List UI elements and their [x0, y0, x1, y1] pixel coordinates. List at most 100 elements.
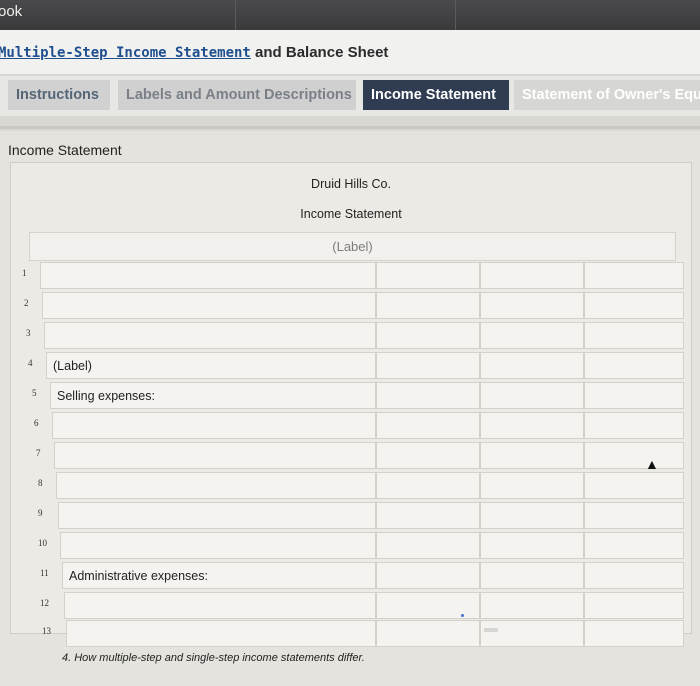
- tab-labels-and-amount-descriptions[interactable]: Labels and Amount Descriptions: [118, 80, 356, 110]
- table-row: 7: [10, 440, 684, 469]
- row-number: 6: [34, 418, 39, 428]
- description-cell[interactable]: [60, 532, 376, 559]
- description-cell[interactable]: (Label): [46, 352, 376, 379]
- tab-instructions[interactable]: Instructions: [8, 80, 110, 110]
- table-row: 10: [10, 530, 684, 559]
- statement-name: Income Statement: [300, 207, 402, 221]
- amount-cell[interactable]: [584, 532, 684, 559]
- scroll-handle[interactable]: [484, 628, 498, 632]
- amount-cell[interactable]: [480, 322, 584, 349]
- description-cell[interactable]: [58, 502, 376, 529]
- amount-cell[interactable]: [376, 472, 480, 499]
- row-number: 8: [38, 478, 43, 488]
- amount-cell[interactable]: [480, 382, 584, 409]
- amount-cell[interactable]: [480, 502, 584, 529]
- title-bar: Multiple-Step Income Statement and Balan…: [0, 30, 700, 74]
- amount-cell[interactable]: [480, 352, 584, 379]
- book-label: ook: [0, 3, 23, 20]
- description-cell[interactable]: [40, 262, 376, 289]
- amount-cell[interactable]: [376, 262, 480, 289]
- description-text: Administrative expenses:: [69, 569, 208, 583]
- amount-cell[interactable]: [480, 532, 584, 559]
- table-row: 1: [10, 260, 684, 289]
- amount-cell[interactable]: [376, 322, 480, 349]
- table-row: 13: [10, 618, 684, 647]
- amount-cell[interactable]: [376, 620, 480, 647]
- period-label-select[interactable]: (Label): [29, 232, 676, 261]
- amount-cell[interactable]: [584, 322, 684, 349]
- amount-cell[interactable]: [480, 292, 584, 319]
- row-number: 10: [38, 538, 47, 548]
- table-row: 9: [10, 500, 684, 529]
- indicator-dot: [461, 614, 464, 617]
- amount-cell[interactable]: [584, 502, 684, 529]
- table-row: 12: [10, 590, 684, 619]
- amount-cell[interactable]: [584, 620, 684, 647]
- description-text: Selling expenses:: [57, 389, 155, 403]
- amount-cell[interactable]: [480, 562, 584, 589]
- amount-cell[interactable]: [376, 442, 480, 469]
- description-cell[interactable]: [54, 442, 376, 469]
- amount-cell[interactable]: [584, 262, 684, 289]
- tab-income-statement[interactable]: Income Statement: [363, 80, 509, 110]
- amount-cell[interactable]: [584, 442, 684, 469]
- amount-cell[interactable]: [480, 442, 584, 469]
- row-number: 9: [38, 508, 43, 518]
- amount-cell[interactable]: [376, 532, 480, 559]
- description-cell[interactable]: [44, 322, 376, 349]
- amount-cell[interactable]: [480, 620, 584, 647]
- top-bar-divider: [455, 0, 456, 30]
- row-number: 13: [42, 626, 51, 636]
- description-text: (Label): [53, 359, 92, 373]
- table-row: 4 (Label): [10, 350, 684, 379]
- section-title: Income Statement: [8, 142, 122, 158]
- row-number: 2: [24, 298, 29, 308]
- amount-cell[interactable]: [376, 592, 480, 619]
- table-row: 3: [10, 320, 684, 349]
- amount-cell[interactable]: [376, 382, 480, 409]
- top-bar: ook: [0, 0, 700, 30]
- amount-cell[interactable]: [480, 472, 584, 499]
- title-link[interactable]: Multiple-Step Income Statement: [0, 45, 251, 61]
- amount-cell[interactable]: [584, 592, 684, 619]
- question-text: 4. How multiple-step and single-step inc…: [62, 652, 365, 664]
- table-row: 2: [10, 290, 684, 319]
- amount-cell[interactable]: [480, 262, 584, 289]
- row-number: 7: [36, 448, 41, 458]
- row-number: 11: [40, 568, 49, 578]
- description-cell[interactable]: [64, 592, 376, 619]
- description-cell[interactable]: [52, 412, 376, 439]
- description-cell[interactable]: Administrative expenses:: [62, 562, 376, 589]
- table-row: 11 Administrative expenses:: [10, 560, 684, 589]
- title-rest: and Balance Sheet: [250, 44, 389, 61]
- amount-cell[interactable]: [376, 502, 480, 529]
- page-title: Multiple-Step Income Statement and Balan…: [0, 44, 388, 61]
- divider: [0, 126, 700, 129]
- description-cell[interactable]: [66, 620, 376, 647]
- table-row: 8: [10, 470, 684, 499]
- tab-statement-of-owners-equity[interactable]: Statement of Owner's Equi: [514, 80, 700, 110]
- amount-cell[interactable]: [584, 562, 684, 589]
- amount-cell[interactable]: [376, 562, 480, 589]
- description-cell[interactable]: Selling expenses:: [50, 382, 376, 409]
- amount-cell[interactable]: [376, 412, 480, 439]
- amount-cell[interactable]: [584, 382, 684, 409]
- amount-cell[interactable]: [584, 292, 684, 319]
- amount-cell[interactable]: [376, 352, 480, 379]
- company-name: Druid Hills Co.: [311, 177, 391, 191]
- amount-cell[interactable]: [584, 352, 684, 379]
- description-cell[interactable]: [56, 472, 376, 499]
- description-cell[interactable]: [42, 292, 376, 319]
- row-number: 5: [32, 388, 37, 398]
- table-row: 5 Selling expenses:: [10, 380, 684, 409]
- amount-cell[interactable]: [480, 592, 584, 619]
- amount-cell[interactable]: [584, 412, 684, 439]
- amount-cell[interactable]: [376, 292, 480, 319]
- row-number: 1: [22, 268, 27, 278]
- row-number: 4: [28, 358, 33, 368]
- tab-bar: Instructions Labels and Amount Descripti…: [0, 76, 700, 116]
- amount-cell[interactable]: [480, 412, 584, 439]
- mouse-cursor-icon: ▲: [645, 456, 659, 472]
- row-number: 12: [40, 598, 49, 608]
- amount-cell[interactable]: [584, 472, 684, 499]
